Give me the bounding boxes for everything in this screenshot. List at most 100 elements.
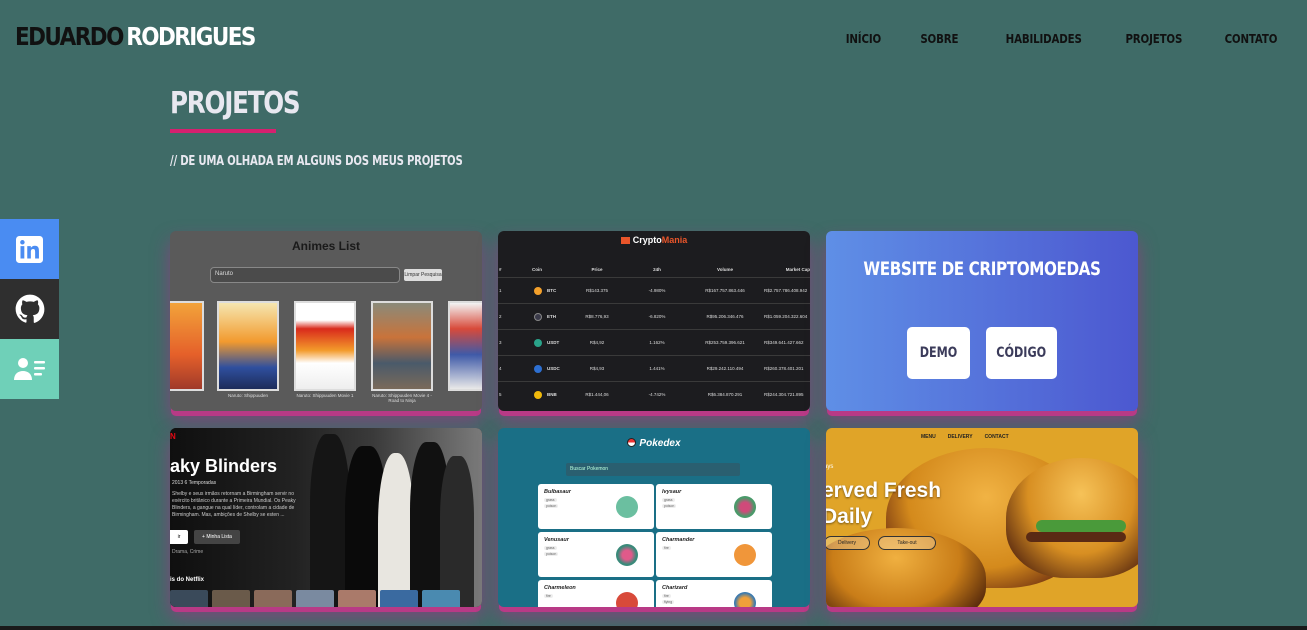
netflix-watch-button: ir: [170, 530, 188, 544]
netflix-thumbnail: [254, 590, 292, 607]
col-header: Volume: [717, 266, 733, 272]
anime-search-input: Naruto: [210, 267, 400, 283]
nav-sobre[interactable]: SOBRE: [920, 31, 958, 46]
usdc-icon: [534, 364, 542, 373]
pokemon-name: Charmeleon: [544, 585, 576, 591]
charmeleon-sprite: [616, 592, 638, 607]
pokemon-card: Charizard fire flying: [656, 580, 772, 607]
headline-line-2: Daily: [826, 505, 873, 528]
pokemon-type: fire: [544, 594, 553, 598]
github-icon: [15, 294, 44, 323]
cell: 1: [499, 288, 502, 293]
col-header: Market Cap: [785, 266, 810, 272]
lettuce-shape: [1036, 520, 1126, 532]
project-card-netflix-clone[interactable]: N aky Blinders 2013 6 Temporadas Shelby …: [170, 428, 482, 607]
pokemon-name: Venusaur: [544, 537, 569, 543]
project-card-burger-site[interactable]: MENU DELIVERY CONTACT ays erved Fresh Daily…: [826, 428, 1138, 607]
crypto-row: 2 ETH R$8.776,93 -6.820% R$95.206.346.47…: [498, 303, 810, 329]
code-button[interactable]: CÓDIGO: [986, 327, 1057, 379]
burger-nav: MENU DELIVERY CONTACT: [921, 434, 1021, 440]
project-card-cryptomania[interactable]: CryptoMania # Coin Price 24h Volume Mark…: [498, 231, 810, 411]
cell: R$253.759.396.621: [705, 340, 745, 345]
nav-contato[interactable]: CONTATO: [1224, 31, 1277, 46]
cell: 3: [499, 340, 502, 345]
pokemon-card: Charmander fire: [656, 532, 772, 577]
project-card-crypto-website[interactable]: WEBSITE DE CRIPTOMOEDAS DEMO CÓDIGO: [826, 231, 1138, 411]
contact-link[interactable]: [0, 339, 59, 399]
header: EDUARDO RODRIGUES INÍCIO SOBRE HABILIDADE…: [0, 0, 1307, 78]
code-button-label: CÓDIGO: [996, 345, 1047, 361]
logo-last-name: RODRIGUES: [126, 22, 256, 51]
cell: R$244.304.721.895: [764, 392, 804, 397]
col-header: #: [499, 266, 502, 272]
cell: USDC: [508, 364, 566, 373]
crypto-brand-a: Crypto: [632, 235, 662, 245]
nav-projetos[interactable]: PROJETOS: [1125, 31, 1182, 46]
cell-text: USDC: [547, 365, 560, 371]
cell-text: ETH: [547, 313, 556, 319]
section-subtitle: // DE UMA OLHADA EM ALGUNS DOS MEUS PROJ…: [170, 154, 463, 169]
project-card-animes-list[interactable]: Animes List Naruto Limpar Pesquisa Narut…: [170, 231, 482, 411]
pokemon-type: poison: [544, 552, 559, 556]
contact-card-icon: [13, 358, 45, 380]
cell: -6.820%: [648, 314, 666, 319]
headline-line-1: erved Fresh: [826, 479, 942, 502]
ivysaur-sprite: [734, 496, 756, 518]
eth-icon: [534, 312, 542, 321]
col-header: Coin: [532, 266, 542, 272]
pokemon-name: Ivysaur: [662, 489, 682, 495]
crypto-row: 5 BNB R$1.444,06 -4.742% R$6.384.870.291…: [498, 381, 810, 407]
demo-button-label: DEMO: [919, 345, 958, 361]
nav-inicio[interactable]: INÍCIO: [845, 31, 880, 46]
netflix-thumbnail: [296, 590, 334, 607]
netflix-thumbnail: [212, 590, 250, 607]
netflix-my-list-button: + Minha Lista: [194, 530, 240, 544]
pokemon-type: flying: [662, 600, 675, 604]
project-title: WEBSITE DE CRIPTOMOEDAS: [863, 258, 1101, 280]
cell: R$4,92: [589, 340, 605, 345]
pokemon-card: Bulbasaur grass poison: [538, 484, 654, 529]
project-card-pokedex[interactable]: Pokedex Buscar Pokemon Bulbasaur grass p…: [498, 428, 810, 607]
netflix-show-description: Shelby e seus irmãos retornam a Birmingh…: [172, 491, 296, 518]
cell: R$8.776,93: [585, 314, 609, 319]
cell: -4.742%: [648, 392, 666, 397]
section-title: PROJETOS: [170, 86, 301, 121]
pokemon-type: grass: [544, 546, 557, 550]
nav-habilidades[interactable]: HABILIDADES: [1006, 31, 1082, 46]
pokemon-type: fire: [662, 546, 671, 550]
burger-tagline: ays: [826, 464, 834, 470]
cell-text: BNB: [547, 391, 557, 397]
pokemon-name: Bulbasaur: [544, 489, 571, 495]
netflix-show-meta: 2013 6 Temporadas: [172, 480, 217, 486]
netflix-hero-figure: [310, 434, 350, 607]
cell-text: BTC: [547, 287, 557, 293]
cell: R$1.059.204.322.604: [764, 314, 808, 319]
delivery-button: Delivery: [826, 536, 870, 550]
crypto-brand-b: Mania: [661, 235, 688, 245]
cell: -4.980%: [648, 288, 666, 293]
site-logo[interactable]: EDUARDO RODRIGUES: [15, 22, 256, 51]
github-link[interactable]: [0, 279, 59, 339]
anime-caption: Naruto: Shippuuden Movie 4 - Road to Nin…: [372, 393, 432, 403]
pokemon-type: grass: [662, 498, 675, 502]
bnb-icon: [534, 390, 542, 399]
netflix-thumbnail: [338, 590, 376, 607]
burger-nav-item: CONTACT: [984, 434, 1009, 440]
btc-icon: [534, 286, 542, 295]
demo-button[interactable]: DEMO: [907, 327, 970, 379]
pokemon-card: Ivysaur grass poison: [656, 484, 772, 529]
cell: R$349.641.427.662: [764, 340, 804, 345]
cell: R$167.757.863.446: [705, 288, 745, 293]
cell: R$260.378.401.201: [764, 366, 804, 371]
cell-text: USDT: [547, 339, 560, 345]
cell: R$6.384.870.291: [707, 392, 743, 397]
pokemon-type: poison: [662, 504, 677, 508]
charizard-sprite: [734, 592, 756, 607]
cell: ETH: [508, 312, 566, 321]
charmander-sprite: [734, 544, 756, 566]
anime-caption: Naruto: Shippuuden: [227, 393, 269, 398]
burger-nav-item: DELIVERY: [947, 434, 973, 440]
cell: R$4,93: [589, 366, 605, 371]
linkedin-link[interactable]: [0, 219, 59, 279]
netflix-thumbnail: [380, 590, 418, 607]
